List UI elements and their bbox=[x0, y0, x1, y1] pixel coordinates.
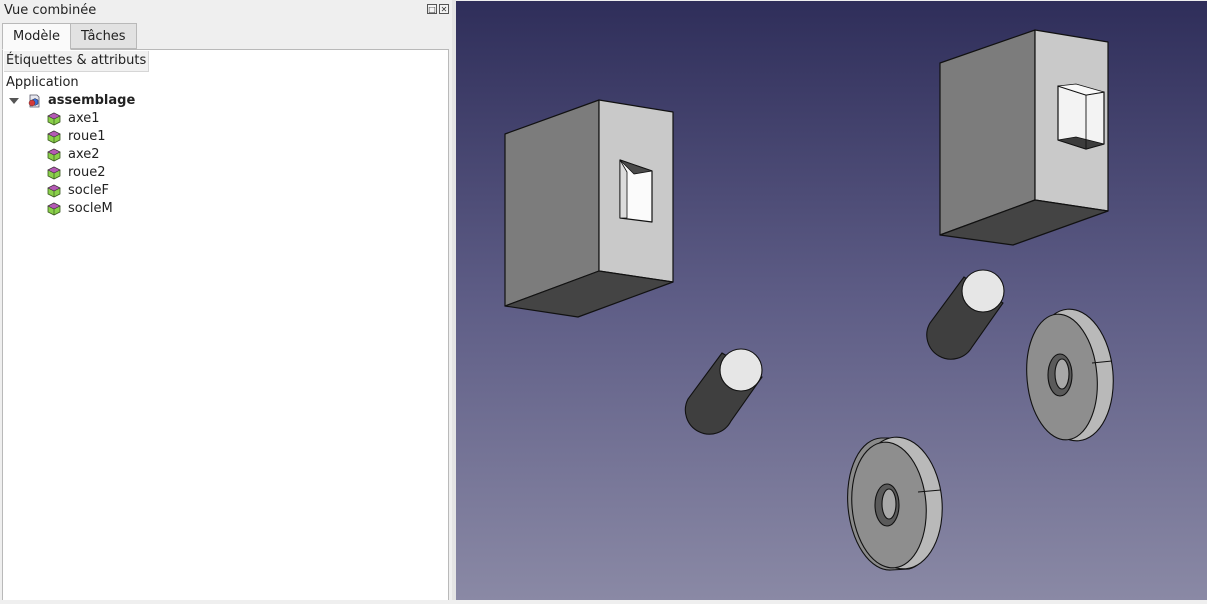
tab-model-label: Modèle bbox=[13, 29, 61, 44]
tree-item-label: axe2 bbox=[68, 147, 100, 162]
3d-viewport[interactable] bbox=[456, 1, 1207, 600]
part-feature-icon bbox=[47, 130, 61, 144]
assembly-document-icon bbox=[28, 94, 40, 108]
expand-arrow-icon[interactable] bbox=[9, 98, 19, 104]
tree-column-header[interactable]: Étiquettes & attributs bbox=[4, 51, 149, 72]
panel-title: Vue combinée bbox=[4, 3, 97, 18]
part-feature-icon bbox=[47, 166, 61, 180]
part-feature-icon bbox=[47, 112, 61, 126]
axle-cylinder-left[interactable] bbox=[684, 348, 763, 435]
part-feature-icon bbox=[47, 148, 61, 162]
tab-tasks[interactable]: Tâches bbox=[70, 23, 137, 49]
wheel-disk-right[interactable] bbox=[1022, 306, 1119, 444]
panel-controls: □ ✕ bbox=[427, 4, 449, 14]
close-icon[interactable]: ✕ bbox=[439, 4, 449, 14]
wheel-disk-left[interactable] bbox=[847, 434, 948, 573]
tree-application-label: Application bbox=[6, 75, 79, 90]
tree-item-label: socleM bbox=[68, 201, 113, 216]
model-tree: Étiquettes & attributs Application assem… bbox=[2, 49, 449, 600]
socle-block-left[interactable] bbox=[504, 99, 674, 318]
socle-block-right[interactable] bbox=[939, 29, 1109, 246]
tree-item-label: roue1 bbox=[68, 129, 106, 144]
part-feature-icon bbox=[47, 202, 61, 216]
undock-icon[interactable]: □ bbox=[427, 4, 437, 14]
3d-scene bbox=[504, 29, 1119, 573]
combo-view-panel: Vue combinée □ ✕ Modèle Tâches Étiquette… bbox=[0, 0, 452, 600]
tab-tasks-label: Tâches bbox=[81, 28, 126, 44]
tree-item-label: roue2 bbox=[68, 165, 106, 180]
part-feature-icon bbox=[47, 184, 61, 198]
tree-item-label: socleF bbox=[68, 183, 109, 198]
tree-root-label: assemblage bbox=[48, 93, 136, 108]
tab-bar: Modèle Tâches bbox=[2, 23, 137, 50]
tree-item-label: axe1 bbox=[68, 111, 100, 126]
tab-model[interactable]: Modèle bbox=[2, 23, 72, 50]
axle-cylinder-right[interactable] bbox=[926, 269, 1005, 360]
